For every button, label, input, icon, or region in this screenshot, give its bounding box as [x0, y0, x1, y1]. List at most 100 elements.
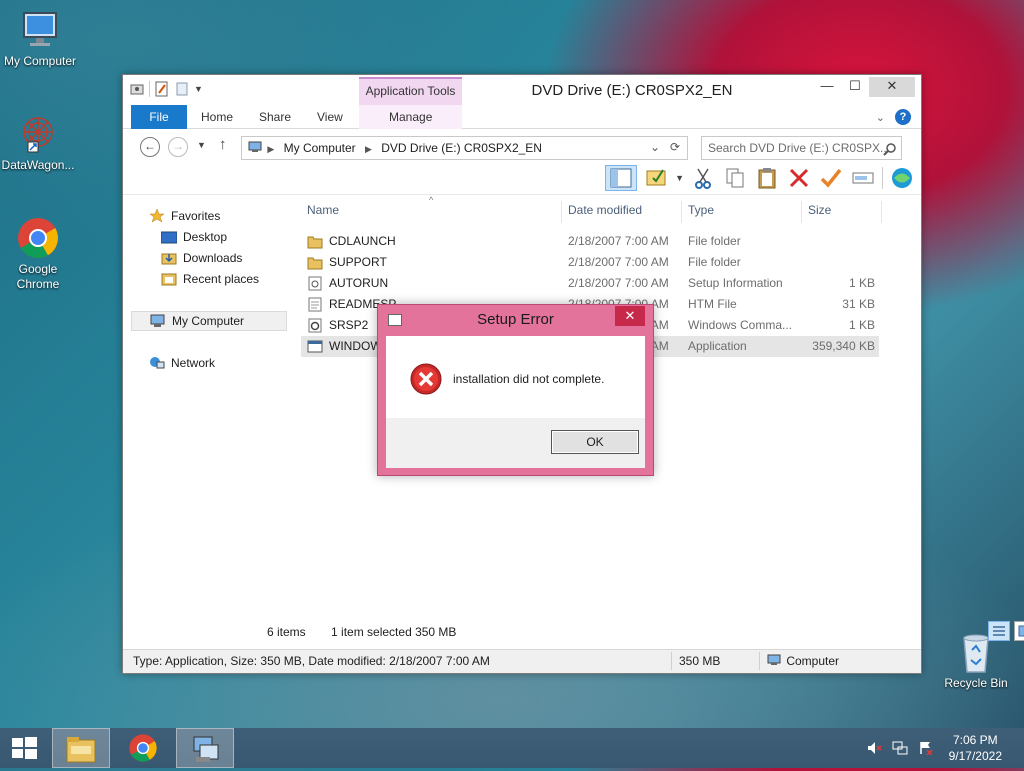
desktop-icon-label: My Computer [3, 54, 77, 68]
command-script-icon [307, 318, 323, 333]
volume-muted-icon[interactable] [866, 740, 882, 759]
expand-ribbon-icon[interactable]: ⌄ [876, 111, 885, 124]
recent-locations-icon[interactable]: ▼ [197, 140, 206, 150]
file-name: CDLAUNCH [329, 234, 396, 248]
table-row[interactable]: SUPPORT 2/18/2007 7:00 AM File folder [301, 252, 879, 273]
address-dropdown-icon[interactable]: ⌄ [645, 136, 665, 160]
paste-button[interactable] [754, 165, 780, 191]
window-controls: — ☐ ✕ [813, 77, 915, 97]
file-type: HTM File [688, 297, 737, 311]
folder-icon [307, 234, 323, 249]
checkmark-button[interactable] [818, 165, 844, 191]
item-count: 6 items [267, 625, 306, 639]
address-bar[interactable]: ▶ My Computer ▶ DVD Drive (E:) CR0SPX2_E… [241, 136, 688, 160]
dialog-close-button[interactable]: ✕ [615, 306, 645, 326]
clock-date: 9/17/2022 [948, 749, 1002, 763]
globe-button[interactable] [889, 165, 915, 191]
file-type: Application [688, 339, 747, 353]
separator [671, 652, 672, 670]
tab-manage[interactable]: Manage [379, 105, 442, 129]
help-icon[interactable]: ? [895, 109, 911, 125]
table-row[interactable]: AUTORUN 2/18/2007 7:00 AM Setup Informatio… [301, 273, 879, 294]
nav-label: Favorites [171, 209, 221, 223]
tab-file[interactable]: File [131, 105, 187, 129]
column-separator[interactable] [561, 201, 562, 223]
computer-icon [18, 8, 62, 52]
column-header-date[interactable]: Date modified [568, 203, 642, 217]
address-row: ← → ▼ ↑ ▶ My Computer ▶ DVD Drive (E:) C… [123, 129, 921, 163]
clock[interactable]: 7:06 PM 9/17/2022 [949, 732, 1002, 764]
column-separator[interactable] [881, 201, 882, 223]
large-icons-view-button[interactable] [1014, 621, 1024, 641]
maximize-button[interactable]: ☐ [841, 77, 869, 97]
error-icon [410, 363, 442, 395]
chevron-right-icon: ▶ [267, 144, 275, 154]
forward-button[interactable]: → [168, 137, 188, 157]
nav-downloads[interactable]: Downloads [161, 248, 242, 268]
minimize-button[interactable]: — [813, 77, 841, 97]
file-type: File folder [688, 255, 741, 269]
file-size: 31 KB [842, 297, 875, 311]
nav-label: Recent places [183, 272, 260, 286]
column-header-size[interactable]: Size [808, 203, 831, 217]
breadcrumb-my-computer[interactable]: My Computer [284, 141, 356, 155]
details-view-button[interactable] [988, 621, 1010, 641]
dialog-title: Setup Error [477, 311, 554, 328]
nav-label: Desktop [183, 230, 228, 244]
network-status-icon[interactable] [892, 740, 908, 759]
file-size: 1 KB [848, 276, 875, 290]
taskbar-chrome[interactable] [114, 728, 172, 768]
status-location-label: Computer [786, 654, 840, 668]
ribbon-tabs: File Home Share View Manage ⌄ ? [123, 105, 921, 129]
desktop-icon [160, 230, 178, 244]
nav-network[interactable]: Network [149, 353, 215, 373]
downloads-icon [161, 251, 177, 265]
file-type: Windows Comma... [688, 318, 793, 332]
ok-button[interactable]: OK [551, 430, 639, 454]
search-input[interactable]: Search DVD Drive (E:) CR0SPX... [701, 136, 902, 160]
start-button[interactable] [0, 728, 48, 768]
nav-desktop[interactable]: Desktop [160, 227, 228, 247]
dialog-footer: OK [386, 418, 645, 468]
nav-favorites[interactable]: Favorites [149, 206, 220, 226]
tab-view[interactable]: View [307, 105, 353, 129]
column-separator[interactable] [681, 201, 682, 223]
taskbar-setup[interactable] [176, 728, 234, 768]
preview-pane-button[interactable] [605, 165, 638, 191]
action-center-icon[interactable] [918, 740, 934, 759]
setup-info-icon [307, 276, 323, 291]
copy-button[interactable] [722, 165, 748, 191]
desktop-icon-google-chrome[interactable]: Google Chrome [0, 216, 78, 292]
back-button[interactable]: ← [140, 137, 160, 157]
chevron-down-icon[interactable]: ▼ [675, 173, 684, 183]
column-separator[interactable] [801, 201, 802, 223]
taskbar-file-explorer[interactable] [52, 728, 110, 768]
refresh-icon[interactable]: ⟳ [665, 136, 685, 160]
properties-button[interactable] [643, 165, 669, 191]
file-size: 359,340 KB [812, 339, 875, 353]
column-header-type[interactable]: Type [688, 203, 714, 217]
setup-program-icon [190, 733, 222, 768]
column-header-name[interactable]: Name [307, 203, 339, 217]
title-bar[interactable]: ▼ Application Tools DVD Drive (E:) CR0SP… [123, 75, 921, 105]
file-name: AUTORUN [329, 276, 389, 290]
up-button[interactable]: ↑ [219, 136, 227, 153]
search-icon [883, 141, 897, 156]
nav-my-computer[interactable]: My Computer [131, 311, 287, 331]
status-location: Computer [767, 650, 839, 672]
breadcrumb-dvd-drive[interactable]: DVD Drive (E:) CR0SPX2_EN [381, 141, 542, 155]
tab-home[interactable]: Home [191, 105, 243, 129]
desktop-icon-my-computer[interactable]: My Computer [0, 8, 80, 69]
rename-button[interactable] [850, 165, 876, 191]
column-headers: ^ Name Date modified Type Size [301, 195, 906, 223]
nav-recent-places[interactable]: Recent places [161, 269, 259, 289]
chrome-icon [16, 216, 60, 260]
table-row[interactable]: CDLAUNCH 2/18/2007 7:00 AM File folder [301, 231, 879, 252]
computer-icon [150, 314, 166, 328]
nav-label: Downloads [183, 251, 243, 265]
cut-button[interactable] [690, 165, 716, 191]
desktop-icon-datawagon[interactable]: DataWagon... [0, 112, 78, 173]
close-button[interactable]: ✕ [869, 77, 915, 97]
delete-button[interactable] [786, 165, 812, 191]
tab-share[interactable]: Share [249, 105, 301, 129]
